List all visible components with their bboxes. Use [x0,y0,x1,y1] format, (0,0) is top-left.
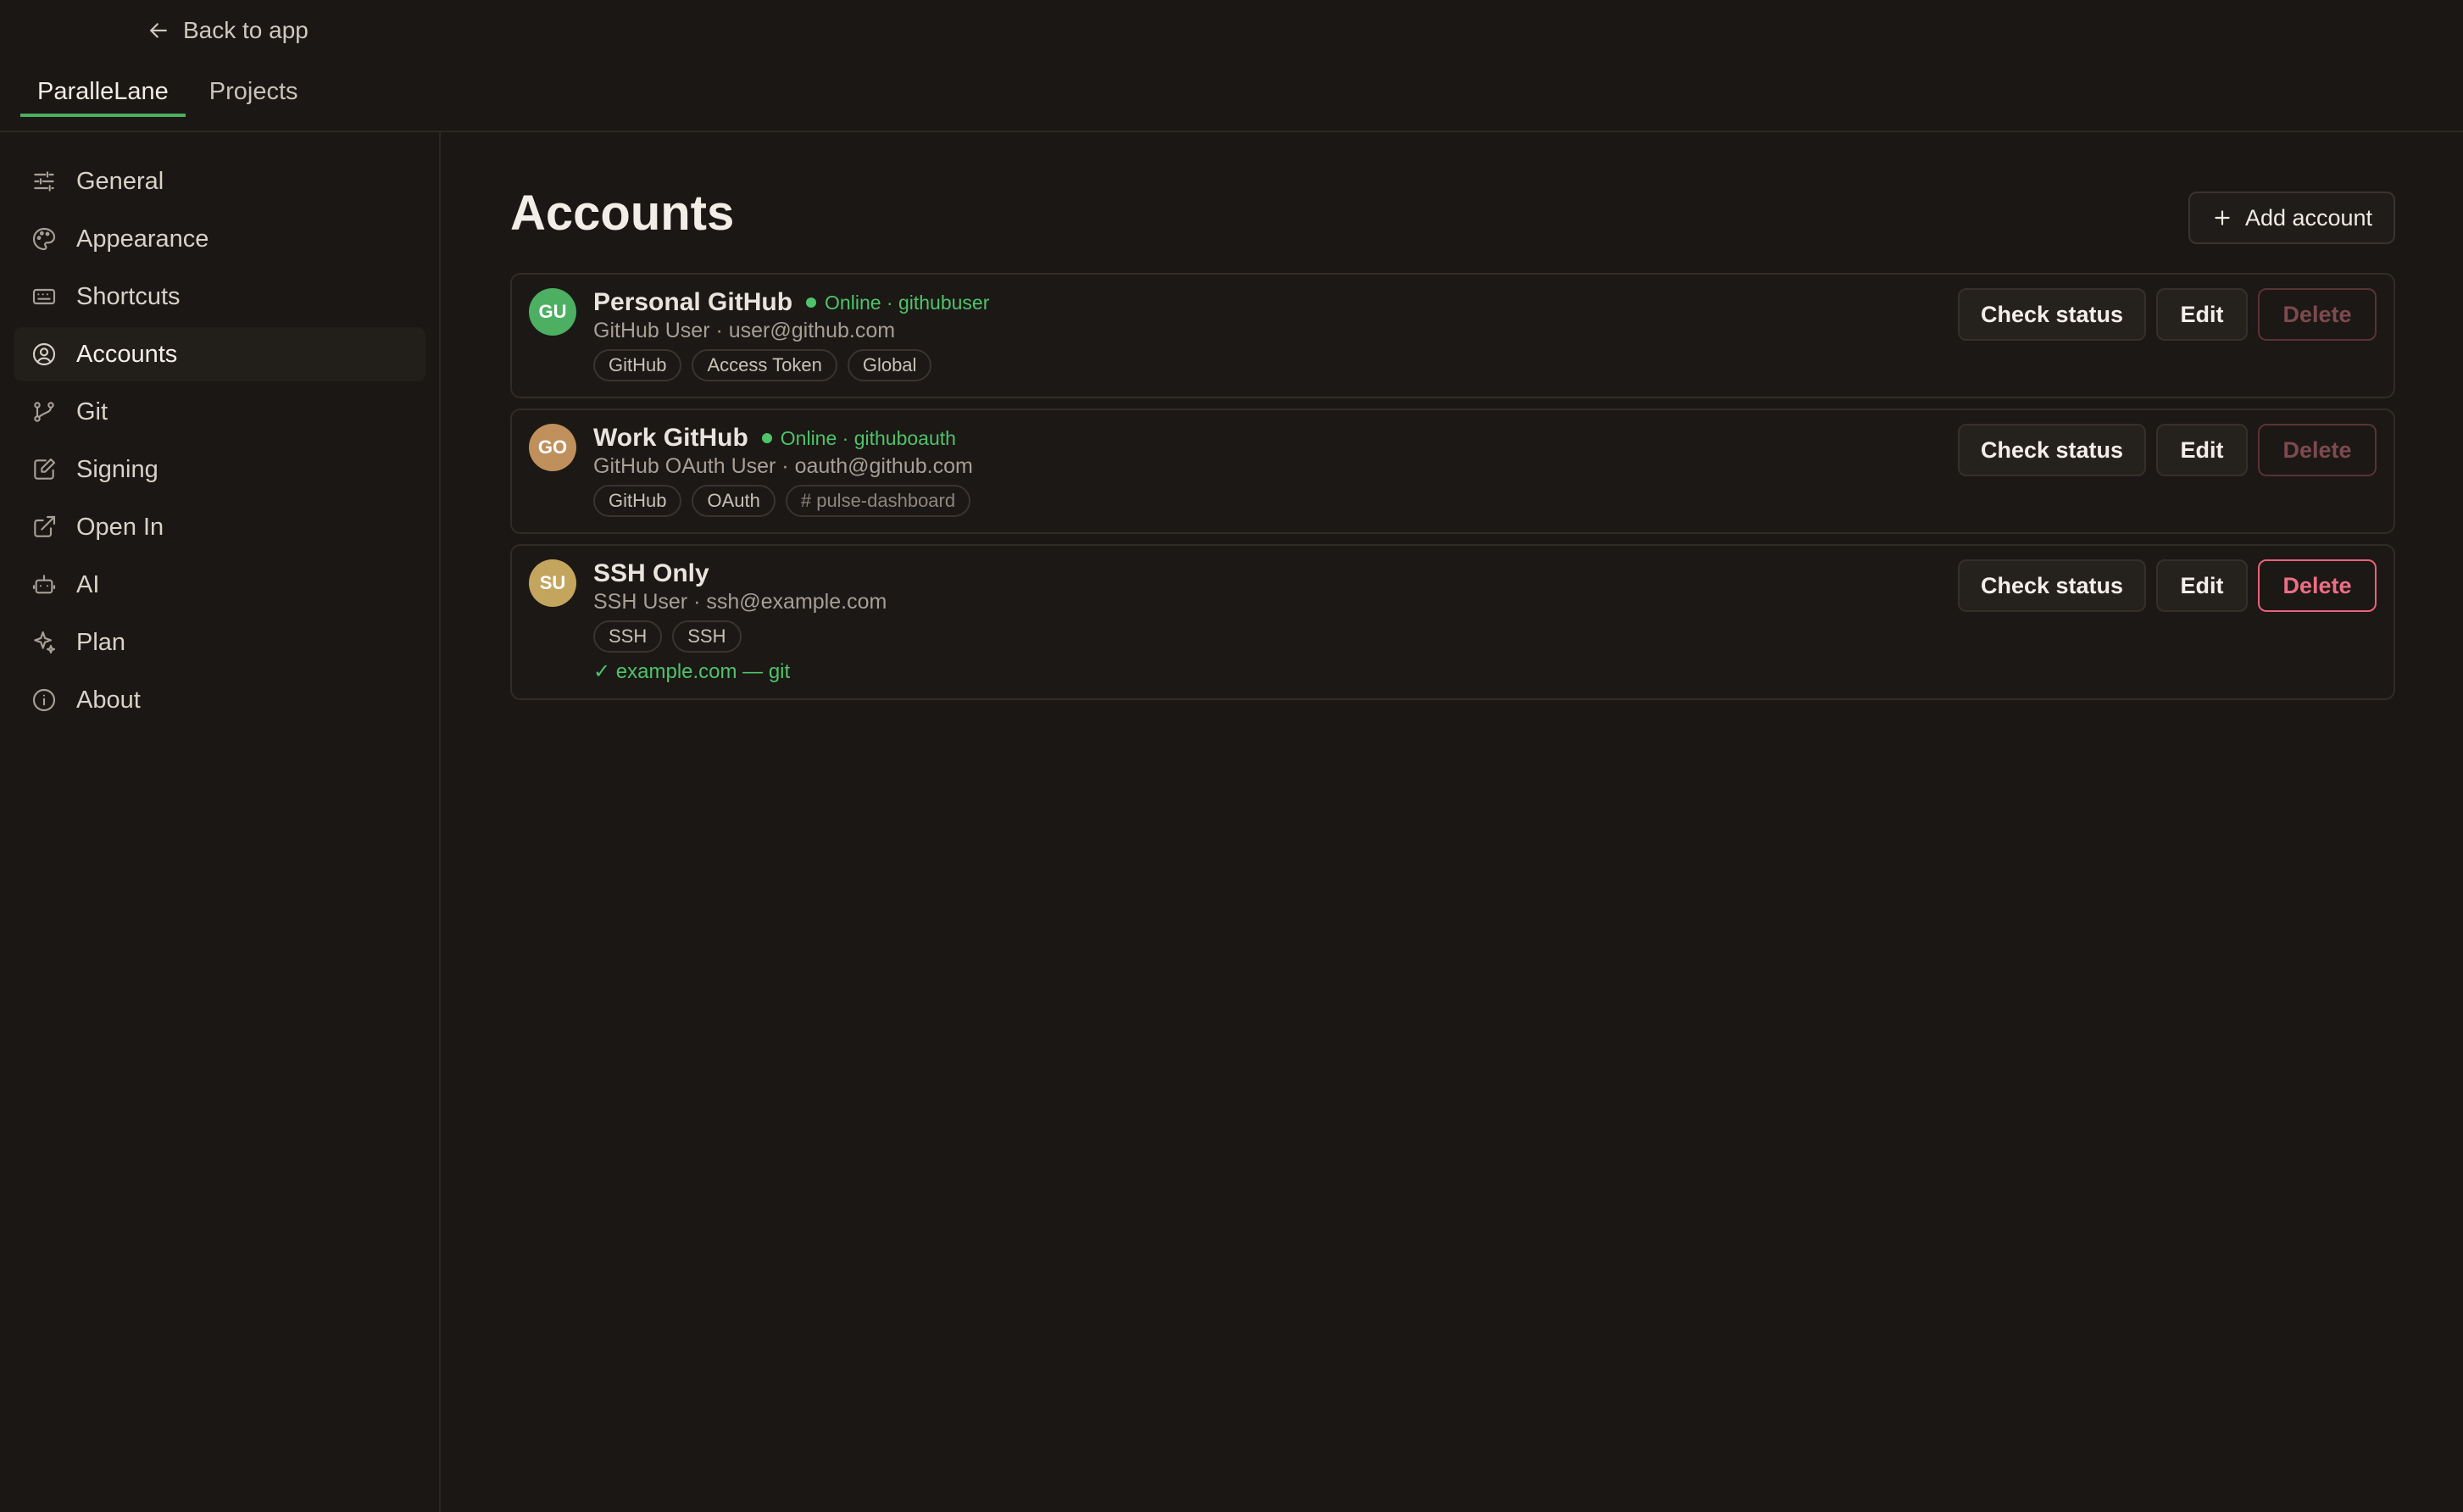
account-card-ssh-only: SU SSH Only SSH User · ssh@example.com S… [510,544,2395,700]
account-actions: Check status Edit Delete [1958,424,2377,476]
account-name-row: SSH Only [593,559,709,588]
edit-button[interactable]: Edit [2156,424,2248,476]
account-name: SSH Only [593,559,709,587]
online-dot-icon [806,297,817,308]
sidebar-item-git[interactable]: Git [14,385,425,439]
sidebar-item-label: Accounts [76,340,178,368]
sidebar-item-label: Git [76,397,108,425]
account-tags: GitHub Access Token Global [593,349,932,381]
sidebar-item-label: General [76,167,164,195]
sidebar-item-ai[interactable]: AI [14,558,425,612]
tag-chip: SSH [672,620,742,653]
account-subtitle: SSH User · ssh@example.com [593,590,887,614]
sidebar-item-label: Shortcuts [76,282,181,310]
back-to-app-label: Back to app [183,17,309,43]
account-name: Personal GitHub [593,288,793,316]
account-name: Work GitHub [593,424,748,452]
check-status-button[interactable]: Check status [1958,424,2146,476]
account-subtitle: GitHub User · user@github.com [593,319,896,342]
delete-button[interactable]: Delete [2258,559,2377,612]
account-actions: Check status Edit Delete [1958,288,2377,341]
sidebar-item-appearance[interactable]: Appearance [14,212,425,266]
account-actions: Check status Edit Delete [1958,559,2377,612]
sidebar-item-about[interactable]: About [14,673,425,727]
sidebar-item-accounts[interactable]: Accounts [14,327,425,381]
tag-chip: GitHub [593,485,682,517]
delete-button[interactable]: Delete [2258,288,2377,341]
status-text: Online · githubuser [825,291,990,314]
account-card-work-github: GO Work GitHub Online · githuboauth GitH… [510,409,2395,534]
tag-chip: Global [847,349,932,381]
account-tags: GitHub OAuth # pulse-dashboard [593,485,971,517]
sidebar-item-shortcuts[interactable]: Shortcuts [14,270,425,324]
keyboard-icon [32,288,56,305]
sparkles-icon [34,631,56,654]
sidebar-item-label: Plan [76,628,126,656]
sidebar-item-general[interactable]: General [14,154,425,208]
account-card-personal-github: GU Personal GitHub Online · githubuser G… [510,273,2395,398]
settings-sidebar: General Appearance Shortcuts Accounts Gi… [0,132,441,1512]
sidebar-item-label: AI [76,570,100,598]
sidebar-item-plan[interactable]: Plan [14,615,425,670]
avatar: GU [529,288,576,336]
sidebar-item-label: Appearance [76,225,209,253]
edit-button[interactable]: Edit [2156,288,2248,341]
ssh-host-check: ✓ example.com — git [593,660,791,683]
add-account-label: Add account [2244,204,2373,231]
settings-header: Back to app ParalleLane Projects [0,0,2463,132]
plus-icon [2215,210,2230,225]
status-badge: Online · githubuser [806,292,989,314]
check-status-button[interactable]: Check status [1958,559,2146,612]
settings-window: Back to app ParalleLane Projects General… [0,0,2463,1512]
sidebar-item-label: Open In [76,513,164,541]
sidebar-item-open-in[interactable]: Open In [14,500,425,554]
sidebar-item-label: About [76,686,141,714]
accounts-panel: Accounts Add account GU Personal GitHub … [441,132,2463,1512]
edit-button[interactable]: Edit [2156,559,2248,612]
arrow-left-icon [150,23,167,38]
delete-button[interactable]: Delete [2258,424,2377,476]
git-branch-icon [34,402,54,422]
check-status-button[interactable]: Check status [1958,288,2146,341]
avatar: SU [529,559,576,607]
back-to-app-link[interactable]: Back to app [146,17,309,44]
avatar: GO [529,424,576,471]
tag-chip: GitHub [593,349,682,381]
info-icon [32,688,56,712]
project-tag-chip: # pulse-dashboard [785,485,971,517]
page-title: Accounts [510,186,735,241]
signature-icon [34,458,56,480]
sliders-icon [34,171,54,192]
palette-icon [32,227,56,251]
account-tags: SSH SSH [593,620,742,653]
external-link-icon [34,515,56,537]
tag-chip: SSH [593,620,663,653]
add-account-button[interactable]: Add account [2188,192,2395,244]
status-text: Online · githuboauth [780,426,956,449]
tag-chip: OAuth [692,485,776,517]
user-circle-icon [32,342,56,366]
sidebar-item-label: Signing [76,455,158,483]
status-badge: Online · githuboauth [761,426,956,450]
robot-icon [32,575,56,594]
tab-parallelane[interactable]: ParalleLane [20,73,186,117]
account-name-row: Work GitHub Online · githuboauth [593,424,956,453]
account-subtitle: GitHub OAuth User · oauth@github.com [593,454,973,478]
top-tabs: ParalleLane Projects [20,73,315,117]
tag-chip: Access Token [692,349,837,381]
sidebar-item-signing[interactable]: Signing [14,442,425,497]
online-dot-icon [761,433,772,443]
tab-projects[interactable]: Projects [192,73,315,117]
account-name-row: Personal GitHub Online · githubuser [593,288,989,317]
